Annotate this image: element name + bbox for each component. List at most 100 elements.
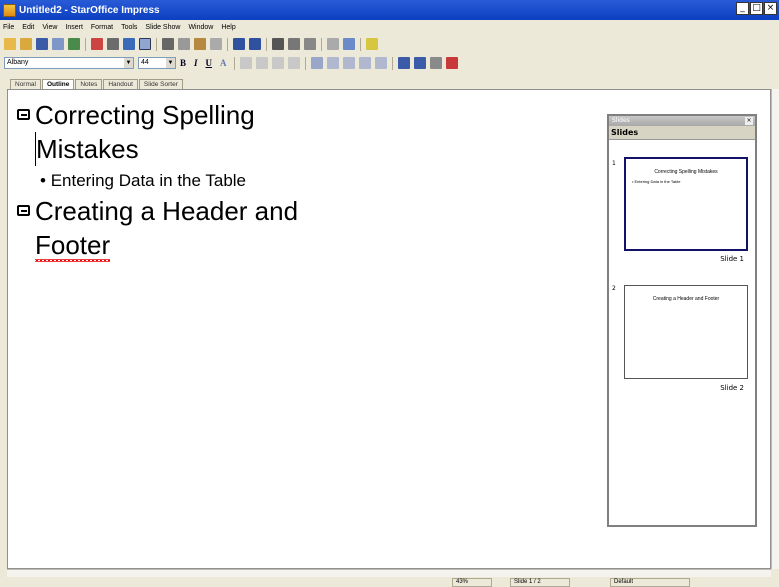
redo-icon[interactable] [249, 38, 261, 50]
window-title: Untitled2 - StarOffice Impress [19, 4, 160, 16]
separator [156, 37, 157, 51]
copy-icon[interactable] [178, 38, 190, 50]
underline-button[interactable]: U [206, 58, 213, 68]
slide-indicator: Slide 1 / 2 [510, 578, 570, 587]
slides-pane: Slides × Slides 1 Correcting Spelling Mi… [607, 114, 757, 527]
menu-file[interactable]: File [3, 24, 14, 31]
slide-thumbnail-2[interactable]: Creating a Header and Footer [624, 285, 748, 379]
decrease-font-icon[interactable] [413, 57, 426, 69]
slide-icon [17, 109, 30, 120]
show-draw-functions-icon[interactable] [304, 38, 316, 50]
chevron-down-icon[interactable]: ▼ [124, 58, 133, 68]
menu-tools[interactable]: Tools [121, 24, 137, 31]
minimize-button[interactable]: _ [736, 2, 749, 15]
italic-button[interactable]: I [194, 58, 198, 68]
undo-icon[interactable] [233, 38, 245, 50]
print-icon[interactable] [107, 38, 119, 50]
zoom-level[interactable]: 43% [452, 578, 492, 587]
cut-icon[interactable] [162, 38, 174, 50]
move-up-icon[interactable] [358, 57, 371, 69]
tab-notes[interactable]: Notes [75, 79, 103, 89]
menu-view[interactable]: View [42, 24, 57, 31]
justify-icon[interactable] [287, 57, 300, 69]
outline-bullet-1-text: Entering Data in the Table [50, 171, 247, 190]
status-bar: 43% Slide 1 / 2 Default [0, 578, 779, 587]
increase-font-icon[interactable] [397, 57, 410, 69]
slide-label: Slide 1 [720, 255, 744, 263]
vertical-scrollbar[interactable] [771, 89, 779, 569]
outline-title-1-line1: Correcting Spelling [35, 100, 255, 130]
align-center-icon[interactable] [255, 57, 268, 69]
demote-icon[interactable] [342, 57, 355, 69]
outline-title-1-line2: Mistakes [35, 132, 255, 166]
paste-icon[interactable] [194, 38, 206, 50]
tab-normal[interactable]: Normal [10, 79, 41, 89]
standard-toolbar [0, 35, 779, 53]
outline-title-2[interactable]: Creating a Header and Footer [17, 194, 298, 262]
menu-insert[interactable]: Insert [65, 24, 83, 31]
slide-icon [17, 205, 30, 216]
font-name-value: Albany [7, 59, 29, 66]
table-icon[interactable] [288, 38, 300, 50]
close-icon[interactable]: × [745, 117, 753, 125]
save-icon[interactable] [36, 38, 48, 50]
zoom-icon[interactable] [343, 38, 355, 50]
spellcheck-icon[interactable] [123, 38, 135, 50]
separator [233, 56, 235, 70]
navigator-icon[interactable] [327, 38, 339, 50]
slide-thumb-bullet: • Entering Data in the Table [632, 179, 681, 184]
font-size-combo[interactable]: 44 ▼ [138, 57, 176, 69]
bullets-icon[interactable] [310, 57, 323, 69]
move-down-icon[interactable] [374, 57, 387, 69]
font-size-value: 44 [141, 59, 149, 66]
menu-help[interactable]: Help [221, 24, 235, 31]
align-left-icon[interactable] [239, 57, 252, 69]
tab-outline[interactable]: Outline [41, 79, 75, 89]
menu-slide-show[interactable]: Slide Show [145, 24, 180, 31]
separator [321, 37, 322, 51]
export-pdf-icon[interactable] [91, 38, 103, 50]
edit-file-icon[interactable] [68, 38, 80, 50]
promote-icon[interactable] [326, 57, 339, 69]
chart-icon[interactable] [272, 38, 284, 50]
menu-window[interactable]: Window [188, 24, 213, 31]
tab-handout[interactable]: Handout [103, 79, 138, 89]
shadow-button[interactable]: A [220, 58, 227, 68]
menu-format[interactable]: Format [91, 24, 113, 31]
close-button[interactable]: × [764, 2, 777, 15]
align-right-icon[interactable] [271, 57, 284, 69]
horizontal-scrollbar[interactable] [7, 569, 771, 577]
app-window: Untitled2 - StarOffice Impress _ □ × Fil… [0, 0, 779, 587]
layout-name: Default [610, 578, 690, 587]
separator [391, 56, 393, 70]
bold-button[interactable]: B [180, 58, 186, 68]
slides-pane-header: Slides × [609, 116, 755, 126]
new-icon[interactable] [4, 38, 16, 50]
format-paintbrush-icon[interactable] [210, 38, 222, 50]
slide-number: 1 [612, 160, 616, 167]
outline-title-2-line2-wrap: Footer [35, 228, 298, 262]
outline-title-1[interactable]: Correcting Spelling Mistakes [17, 98, 255, 166]
slide-number: 2 [612, 285, 616, 292]
menu-bar: File Edit View Insert Format Tools Slide… [0, 21, 779, 34]
tab-slide-sorter[interactable]: Slide Sorter [138, 79, 183, 89]
view-tabs: Normal Outline Notes Handout Slide Sorte… [0, 75, 779, 89]
help-icon[interactable] [366, 38, 378, 50]
autospell-icon[interactable] [139, 38, 151, 50]
menu-edit[interactable]: Edit [22, 24, 34, 31]
separator [227, 37, 228, 51]
slide-thumbnail-1[interactable]: Correcting Spelling Mistakes • Entering … [624, 157, 748, 251]
separator [266, 37, 267, 51]
slide-thumb-title: Creating a Header and Footer [652, 296, 720, 302]
formatting-toolbar: Albany ▼ 44 ▼ B I U A [0, 54, 779, 72]
font-name-combo[interactable]: Albany ▼ [4, 57, 134, 69]
outline-bullet-1[interactable]: • Entering Data in the Table [40, 171, 246, 191]
mail-icon[interactable] [52, 38, 64, 50]
outline-title-2-line2: Footer [35, 230, 111, 260]
character-icon[interactable] [429, 57, 442, 69]
open-icon[interactable] [20, 38, 32, 50]
chevron-down-icon[interactable]: ▼ [166, 58, 175, 68]
window-controls: _ □ × [736, 2, 777, 15]
font-color-icon[interactable] [445, 57, 458, 69]
maximize-button[interactable]: □ [750, 2, 763, 15]
